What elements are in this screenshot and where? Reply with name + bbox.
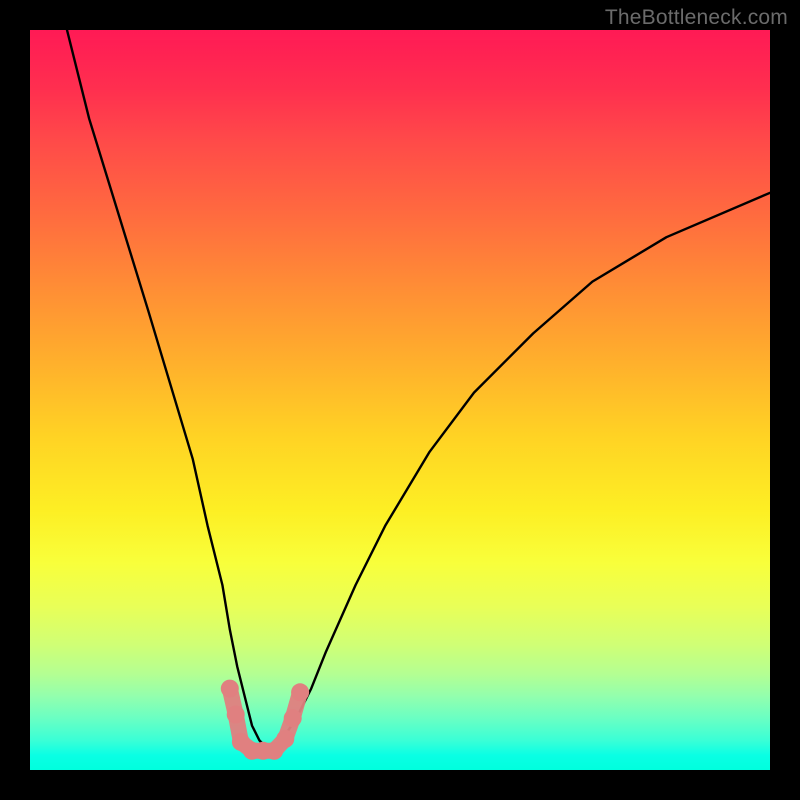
chart-svg xyxy=(30,30,770,770)
marker-dot xyxy=(227,706,245,724)
chart-frame: TheBottleneck.com xyxy=(0,0,800,800)
watermark-text: TheBottleneck.com xyxy=(605,6,788,30)
marker-dot xyxy=(276,730,294,748)
curve-layer xyxy=(67,30,770,748)
marker-layer xyxy=(221,680,309,760)
marker-dot xyxy=(284,709,302,727)
plot-area xyxy=(30,30,770,770)
marker-dot xyxy=(221,680,239,698)
bottleneck-curve xyxy=(67,30,770,748)
marker-dot xyxy=(291,683,309,701)
